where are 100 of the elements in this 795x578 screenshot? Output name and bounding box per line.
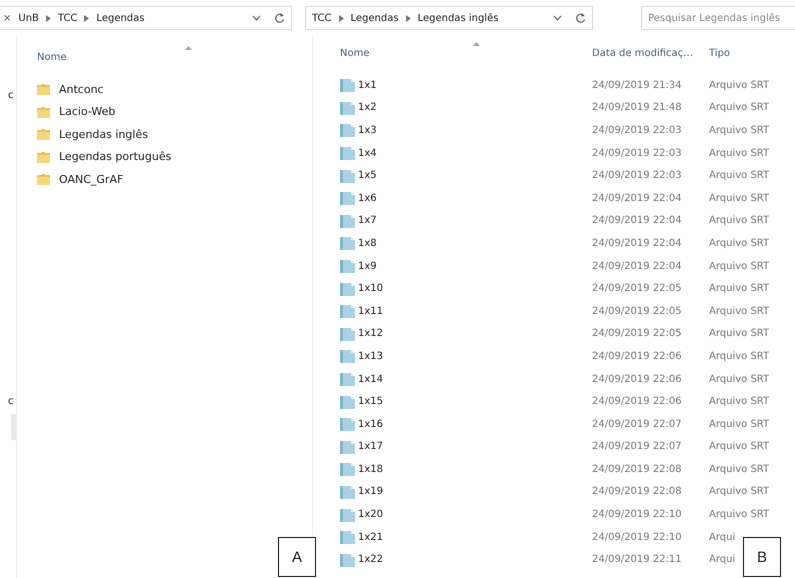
folder-name[interactable]: Lacio-Web [59,105,116,118]
breadcrumb-item[interactable]: TCC [58,12,78,24]
breadcrumb-item[interactable]: TCC [312,12,332,24]
file-icon [340,484,355,499]
file-name[interactable]: 1x12 [358,328,384,340]
modified-date: 24/09/2019 22:07 [592,418,683,430]
file-name[interactable]: 1x9 [358,260,377,272]
modified-date: 24/09/2019 22:11 [592,554,683,566]
file-icon [340,282,355,296]
file-type: Arquivo SRT [709,374,770,385]
modified-date: 24/09/2019 22:03 [592,170,683,182]
file-type: Arquivo SRT [709,350,770,362]
file-name[interactable]: 1x6 [358,192,377,204]
file-type: Arquivo SRT [709,283,770,294]
modified-date: 24/09/2019 21:34 [592,80,683,91]
address-bar[interactable]: × UnB TCC Legendas [0,6,292,30]
file-type: Arquivo SRT [709,148,770,159]
column-header[interactable]: Tipo [709,48,730,58]
file-icon [340,214,355,228]
file-type: Arquivo SRT [709,170,770,182]
modified-date: 24/09/2019 22:04 [592,238,683,249]
label-box: A [278,537,316,577]
breadcrumb-item[interactable]: Legendas inglês [418,12,498,24]
label-box: B [743,537,781,577]
file-name[interactable]: 1x21 [358,532,384,543]
file-name[interactable]: 1x20 [358,509,384,520]
chevron-icon [338,14,344,22]
file-name[interactable]: 1x18 [358,464,384,475]
file-icon [340,259,355,274]
modified-date: 24/09/2019 22:05 [592,283,683,294]
column-header[interactable]: Nome [325,48,592,58]
file-name[interactable]: 1x15 [358,396,384,408]
file-icon [340,78,355,92]
modified-date: 24/09/2019 22:03 [592,124,683,136]
modified-date: 24/09/2019 22:06 [592,396,683,408]
file-type: Arqui [709,554,736,566]
nav-item-fragment[interactable]: c [8,90,14,101]
modified-date: 24/09/2019 22:04 [592,192,683,204]
file-type: Arquivo SRT [709,306,770,317]
file-type: Arquivo SRT [709,124,770,136]
file-icon [340,394,355,409]
file-type: Arquivo SRT [709,328,770,340]
breadcrumb-item[interactable]: UnB [18,12,39,24]
file-name[interactable]: 1x17 [358,441,384,452]
file-icon [340,372,355,386]
file-name[interactable]: 1x1 [358,80,377,91]
file-name[interactable]: 1x16 [358,418,384,430]
refresh-icon[interactable] [274,12,285,24]
breadcrumb-item[interactable]: Legendas [96,12,144,24]
folder-name[interactable]: Legendas inglês [59,128,148,141]
file-name[interactable]: 1x7 [358,215,377,226]
file-type: Arqui [709,532,736,543]
dropdown-icon[interactable] [252,15,261,21]
modified-date: 24/09/2019 22:03 [592,148,683,159]
file-type: Arquivo SRT [709,215,770,226]
dropdown-icon[interactable] [553,15,562,21]
file-name[interactable]: 1x11 [358,306,384,317]
file-type: Arquivo SRT [709,486,770,498]
file-name[interactable]: 1x3 [358,124,377,136]
file-icon [340,417,355,432]
address-bar[interactable]: TCC Legendas Legendas inglês [305,6,594,30]
file-name[interactable]: 1x13 [358,350,384,362]
file-name[interactable]: 1x22 [358,554,384,566]
file-name[interactable]: 1x8 [358,238,377,249]
folder-icon [37,106,50,118]
file-name[interactable]: 1x2 [358,102,377,114]
modified-date: 24/09/2019 22:05 [592,328,683,340]
file-name[interactable]: 1x5 [358,170,377,182]
column-header[interactable]: Nome [37,52,66,62]
file-icon [340,236,355,250]
folder-name[interactable]: Antconc [59,82,104,96]
file-type: Arquivo SRT [709,80,770,91]
file-icon [340,191,355,206]
folder-name[interactable]: Legendas português [59,150,172,164]
chevron-icon [46,14,51,22]
column-header[interactable]: Data de modificaç… [592,48,709,58]
chevron-icon [84,14,90,22]
file-icon [340,462,355,476]
file-type: Arquivo SRT [709,260,770,272]
search-field[interactable]: Pesquisar Legendas inglês [641,6,795,30]
modified-date: 24/09/2019 22:08 [592,464,683,475]
file-type: Arquivo SRT [709,192,770,204]
folder-name[interactable]: OANC_GrAF [59,172,124,186]
file-icon [340,508,355,522]
nav-item-fragment[interactable]: c [8,396,14,407]
chevron-icon [406,14,411,22]
modified-date: 24/09/2019 22:10 [592,532,683,543]
file-name[interactable]: 1x4 [358,148,377,159]
file-name[interactable]: 1x14 [358,374,384,385]
refresh-icon[interactable] [575,12,586,24]
file-icon [340,304,355,318]
file-icon [340,100,355,115]
file-name[interactable]: 1x10 [358,283,384,294]
breadcrumb-fragment: × [3,12,12,24]
file-icon [340,440,355,454]
breadcrumb-item[interactable]: Legendas [350,12,399,24]
file-name[interactable]: 1x19 [358,486,384,498]
folder-icon [37,83,50,96]
modified-date: 24/09/2019 22:04 [592,260,683,272]
file-type: Arquivo SRT [709,396,770,408]
